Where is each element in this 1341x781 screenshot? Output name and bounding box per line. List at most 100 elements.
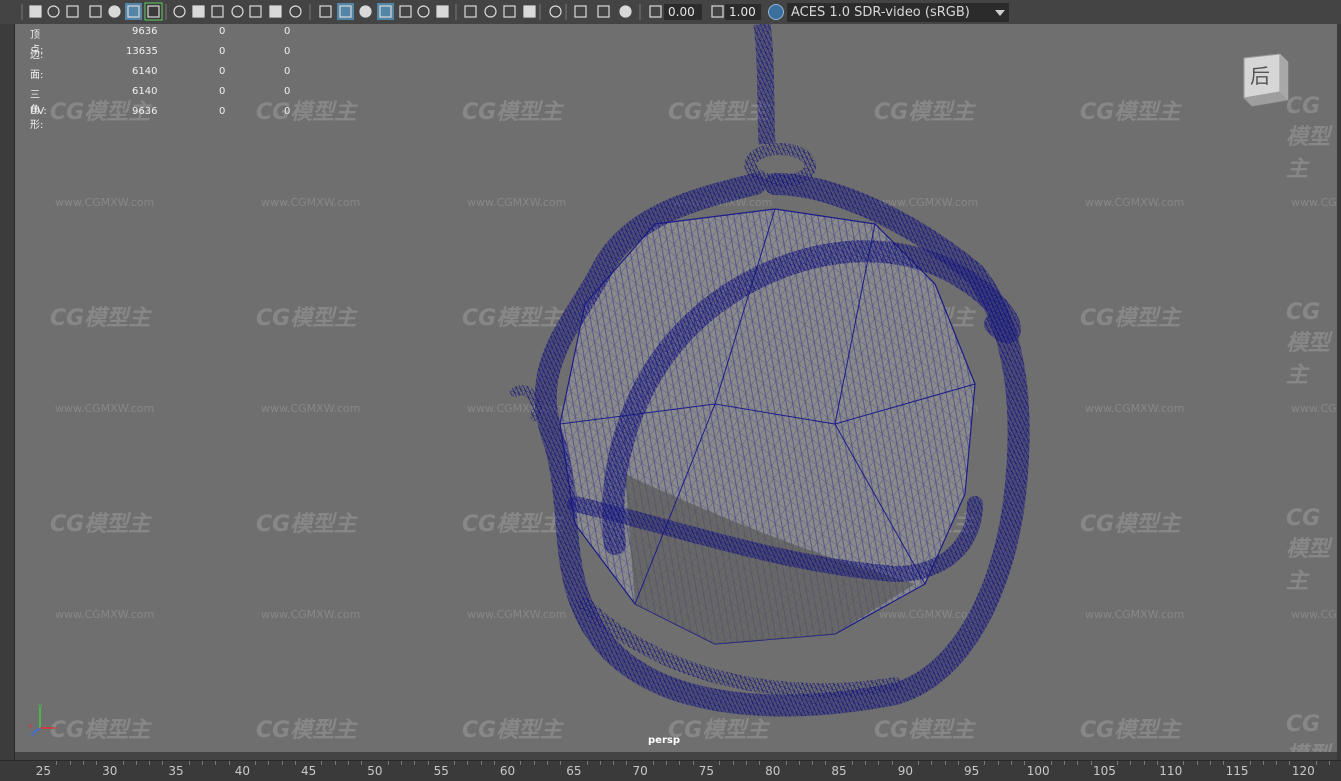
timeline-tick-mark xyxy=(294,761,296,765)
xray-components-icon[interactable] xyxy=(619,5,632,18)
timeline-tick-mark xyxy=(984,761,986,765)
timeline-tick-label: 110 xyxy=(1159,764,1183,778)
hud-label: 面: xyxy=(30,70,44,81)
timeline-tick-label: 90 xyxy=(897,764,913,778)
timeline-tick-mark xyxy=(586,761,588,765)
timeline-tick-mark xyxy=(679,761,681,765)
timeline-tick-mark xyxy=(1329,761,1331,765)
timeline-tick-mark xyxy=(69,761,71,765)
viewcube[interactable]: 后 xyxy=(1240,52,1290,108)
timeline-tick-label: 40 xyxy=(234,764,250,778)
resolution-gate-icon[interactable] xyxy=(211,5,224,18)
gamma-field[interactable]: 1.00 xyxy=(725,4,761,20)
hud-selected: 0 xyxy=(219,46,226,57)
camera-lock-icon[interactable] xyxy=(47,5,60,18)
hud-total: 6140 xyxy=(132,66,158,77)
3d-viewport[interactable]: CG模型主 CG模型主 CG模型主 CG模型主 CG模型主 CG模型主 CG模型主 CG模型主… xyxy=(15,24,1337,752)
exposure-field[interactable]: 0.00 xyxy=(664,4,702,20)
default-material-icon[interactable] xyxy=(359,5,372,18)
hud-total: 9636 xyxy=(132,26,158,37)
time-slider[interactable]: 25 30 35 40 45 50 55 60 65 70 75 80 85 90 95 100 105 110 1… xyxy=(0,760,1341,781)
hud-extra: 0 xyxy=(284,26,291,37)
timeline-tick-label: 80 xyxy=(765,764,781,778)
exposure-icon[interactable] xyxy=(649,5,662,18)
axis-x-label: x xyxy=(29,722,32,730)
hud-extra: 0 xyxy=(284,86,291,97)
textured-icon[interactable] xyxy=(399,5,412,18)
film-gate-icon[interactable] xyxy=(192,5,205,18)
safe-action-icon[interactable] xyxy=(269,5,282,18)
timeline-tick-label: 70 xyxy=(632,764,648,778)
timeline-tick-mark xyxy=(918,761,920,765)
timeline-tick-mark xyxy=(1262,761,1264,765)
hud-total: 13635 xyxy=(126,46,158,57)
timeline-tick-mark xyxy=(732,761,734,765)
timeline-tick-mark xyxy=(1117,761,1119,765)
grid-icon[interactable] xyxy=(173,5,186,18)
timeline-tick-mark xyxy=(851,761,853,765)
xray-icon[interactable] xyxy=(574,5,587,18)
shadows-icon[interactable] xyxy=(436,5,449,18)
timeline-tick-mark xyxy=(613,761,615,765)
timeline-tick-mark xyxy=(467,761,469,765)
timeline-tick-mark xyxy=(255,761,257,765)
xray-joints-icon[interactable] xyxy=(597,5,610,18)
safe-title-icon[interactable] xyxy=(289,5,302,18)
timeline-tick-mark xyxy=(626,761,628,765)
timeline-tick-label: 120 xyxy=(1291,764,1315,778)
field-chart-icon[interactable] xyxy=(249,5,262,18)
hud-label: 边: xyxy=(30,50,44,61)
color-space-dropdown[interactable]: ACES 1.0 SDR-video (sRGB) xyxy=(787,3,1009,22)
gate-mask-icon[interactable] xyxy=(231,5,244,18)
hud-selected: 0 xyxy=(219,86,226,97)
timeline-tick-mark xyxy=(454,761,456,765)
hud-selected: 0 xyxy=(219,26,226,37)
timeline-tick-label: 30 xyxy=(102,764,118,778)
smooth-shade-icon[interactable] xyxy=(337,3,354,20)
image-plane-icon[interactable] xyxy=(108,5,121,18)
timeline-tick-mark xyxy=(1064,761,1066,765)
timeline-tick-mark xyxy=(1050,761,1052,765)
camera-select-icon[interactable] xyxy=(29,5,42,18)
wireframe-on-shaded-icon[interactable] xyxy=(377,3,394,20)
timeline-tick-label: 75 xyxy=(698,764,715,778)
hud-extra: 0 xyxy=(284,66,291,77)
timeline-tick-mark xyxy=(56,761,58,765)
timeline-tick-mark xyxy=(546,761,548,765)
timeline-tick-label: 55 xyxy=(433,764,449,778)
timeline-tick-mark xyxy=(533,761,535,765)
wireframe-icon[interactable] xyxy=(319,5,332,18)
timeline-tick-mark xyxy=(1024,761,1026,765)
timeline-tick-mark xyxy=(334,761,336,765)
motion-blur-icon[interactable] xyxy=(484,5,497,18)
timeline-tick-mark xyxy=(427,761,429,765)
timeline-tick-mark xyxy=(480,761,482,765)
timeline-tick-mark xyxy=(1010,761,1012,765)
timeline-tick-label: 60 xyxy=(499,764,516,778)
color-space-label: ACES 1.0 SDR-video (sRGB) xyxy=(791,5,970,20)
timeline-tick-mark xyxy=(785,761,787,765)
isolate-select-icon[interactable] xyxy=(549,5,562,18)
camera-label: persp xyxy=(648,735,680,746)
2d-pan-zoom-icon[interactable] xyxy=(125,3,142,20)
use-all-lights-icon[interactable] xyxy=(417,5,430,18)
timeline-tick-mark xyxy=(1183,761,1185,765)
grease-pencil-icon[interactable] xyxy=(144,2,163,21)
depth-of-field-icon[interactable] xyxy=(523,5,536,18)
timeline-tick-mark xyxy=(347,761,349,765)
wireframe-model[interactable] xyxy=(15,24,1337,752)
bookmark-icon[interactable] xyxy=(89,5,102,18)
color-management-icon[interactable] xyxy=(768,4,784,20)
screen-space-ao-icon[interactable] xyxy=(464,5,477,18)
timeline-tick-mark xyxy=(493,761,495,765)
viewcube-face-label: 后 xyxy=(1250,64,1270,88)
timeline-tick-mark xyxy=(228,761,230,765)
timeline-tick-mark xyxy=(719,761,721,765)
anti-aliasing-icon[interactable] xyxy=(503,5,516,18)
gamma-icon[interactable] xyxy=(711,5,724,18)
timeline-tick-label: 85 xyxy=(831,764,847,778)
rope-knot xyxy=(743,143,817,187)
viewport-toolbar: 0.00 1.00 ACES 1.0 SDR-video (sRGB) xyxy=(0,0,1341,25)
timeline-tick-mark xyxy=(957,761,959,765)
camera-attributes-icon[interactable] xyxy=(66,5,79,18)
